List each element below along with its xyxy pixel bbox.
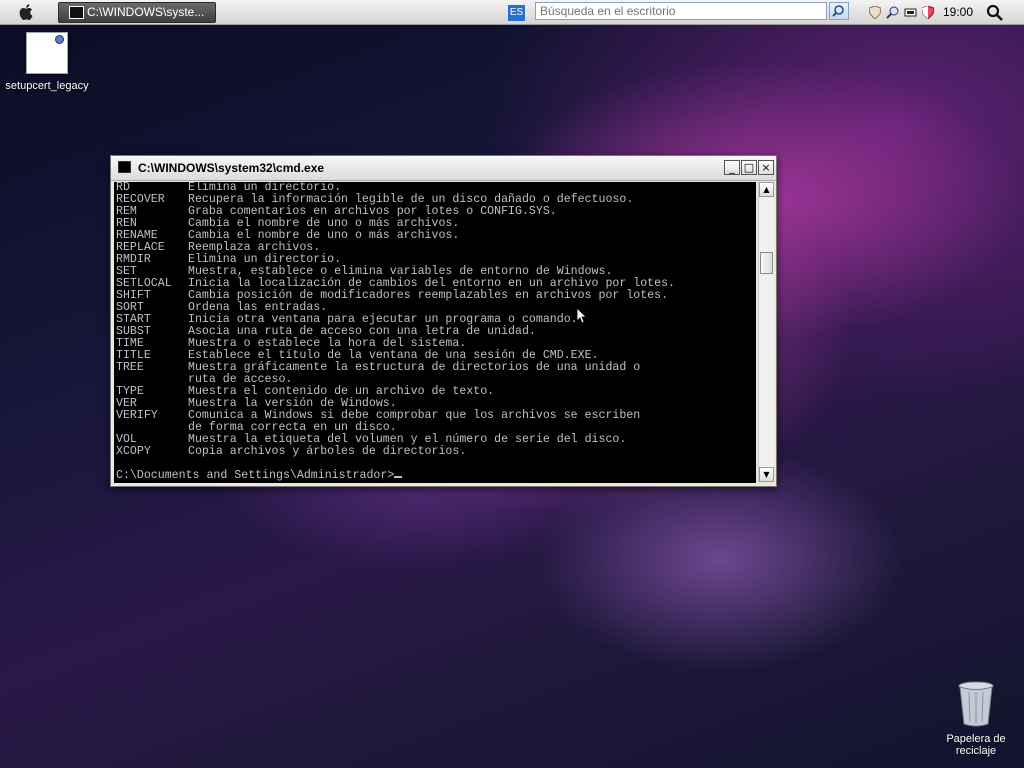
desktop-icon-label: Papelera de reciclaje — [946, 733, 1006, 757]
minimize-button[interactable]: _ — [724, 160, 740, 175]
taskbar-button-label: C:\WINDOWS\syste... — [87, 5, 205, 19]
shield-tray-icon[interactable] — [869, 6, 881, 19]
spotlight-icon[interactable] — [986, 4, 1004, 22]
maximize-button[interactable]: □ — [741, 160, 757, 175]
cmd-window[interactable]: C:\WINDOWS\system32\cmd.exe _ □ × RD Elim… — [110, 155, 777, 487]
prompt-text: C:\Documents and Settings\Administrador> — [116, 469, 395, 482]
trash-icon — [958, 681, 994, 727]
console-icon — [118, 161, 131, 173]
application-window-icon — [26, 32, 68, 74]
console-line: XCOPY Copia archivos y árboles de directo… — [114, 446, 756, 458]
desktop-icon-recycle-bin[interactable]: Papelera de reciclaje — [938, 680, 1014, 757]
close-button[interactable]: × — [758, 160, 774, 175]
scroll-up-arrow-icon[interactable]: ▲ — [759, 182, 774, 197]
scrollbar-thumb[interactable] — [760, 252, 773, 274]
security-tray-icon[interactable] — [922, 6, 934, 19]
desktop-icon-setupcert[interactable]: setupcert_legacy — [4, 32, 90, 92]
window-titlebar[interactable]: C:\WINDOWS\system32\cmd.exe _ □ × — [111, 156, 776, 181]
console-lines: RD Elimina un directorio. RECOVER Recupera … — [114, 182, 756, 458]
magnifier-tray-icon[interactable] — [885, 6, 901, 19]
command-description: Copia archivos y árboles de directorios. — [188, 445, 467, 458]
search-button[interactable] — [829, 2, 849, 20]
clock[interactable]: 19:00 — [943, 5, 973, 19]
desktop-search-input[interactable] — [535, 2, 827, 20]
mouse-cursor-icon — [577, 308, 587, 324]
command-name: XCOPY — [116, 445, 151, 458]
apple-menu-icon[interactable] — [18, 3, 36, 21]
menu-bar: C:\WINDOWS\syste... ES 19:00 — [0, 0, 1024, 25]
console-icon — [69, 6, 84, 19]
command-name: VERIFY — [116, 409, 158, 422]
search-icon — [832, 5, 844, 17]
console-output[interactable]: RD Elimina un directorio. RECOVER Recupera … — [114, 182, 756, 483]
text-cursor — [394, 476, 403, 478]
language-indicator[interactable]: ES — [508, 5, 525, 21]
command-name: TREE — [116, 361, 144, 374]
command-prompt[interactable]: C:\Documents and Settings\Administrador> — [116, 469, 403, 482]
window-title: C:\WINDOWS\system32\cmd.exe — [138, 161, 325, 175]
battery-tray-icon[interactable] — [904, 6, 918, 19]
taskbar-button-cmd[interactable]: C:\WINDOWS\syste... — [58, 2, 216, 23]
vertical-scrollbar[interactable]: ▲ ▼ — [758, 182, 774, 482]
scroll-down-arrow-icon[interactable]: ▼ — [759, 467, 774, 482]
desktop-icon-label: setupcert_legacy — [5, 80, 89, 92]
